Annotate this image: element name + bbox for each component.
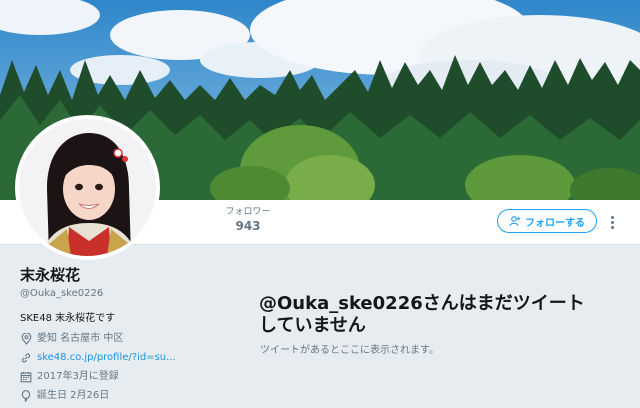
more-options-icon[interactable] <box>605 212 619 232</box>
location-pin-icon <box>20 332 32 345</box>
bio-text: SKE48 末永桜花です <box>20 313 116 324</box>
followers-label: フォロワー <box>225 207 271 217</box>
birthday-text: 誕生日 2月26日 <box>37 390 110 401</box>
user-handle: @Ouka_ske0226 <box>20 288 104 299</box>
birthday-row: 誕生日 2月26日 <box>20 389 240 402</box>
location-row: 愛知 名古屋市 中区 <box>20 332 240 345</box>
calendar-icon <box>20 371 32 383</box>
profile-url-link[interactable]: ske48.co.jp/profile/?id=su... <box>37 351 176 364</box>
follow-button[interactable]: フォローする <box>497 209 597 233</box>
empty-timeline-title: @Ouka_ske0226さんはまだツイートしていません <box>259 293 585 336</box>
balloon-icon <box>20 389 32 402</box>
profile-info: 末永桜花 @Ouka_ske0226 SKE48 末永桜花です <box>20 266 230 325</box>
location-text: 愛知 名古屋市 中区 <box>37 333 124 344</box>
joined-row: 2017年3月に登録 <box>20 370 240 383</box>
follow-person-icon <box>509 215 521 227</box>
joined-text: 2017年3月に登録 <box>37 371 119 382</box>
link-icon <box>20 352 32 364</box>
profile-avatar[interactable] <box>15 115 160 260</box>
followers-count: 943 <box>235 219 261 233</box>
empty-timeline-subtitle: ツイートがあるとここに表示されます。 <box>260 345 439 356</box>
url-row: ske48.co.jp/profile/?id=su... <box>20 351 240 364</box>
follow-button-label: フォローする <box>525 217 585 229</box>
followers-stat[interactable]: フォロワー 943 <box>218 206 278 234</box>
display-name: 末永桜花 <box>20 266 81 284</box>
